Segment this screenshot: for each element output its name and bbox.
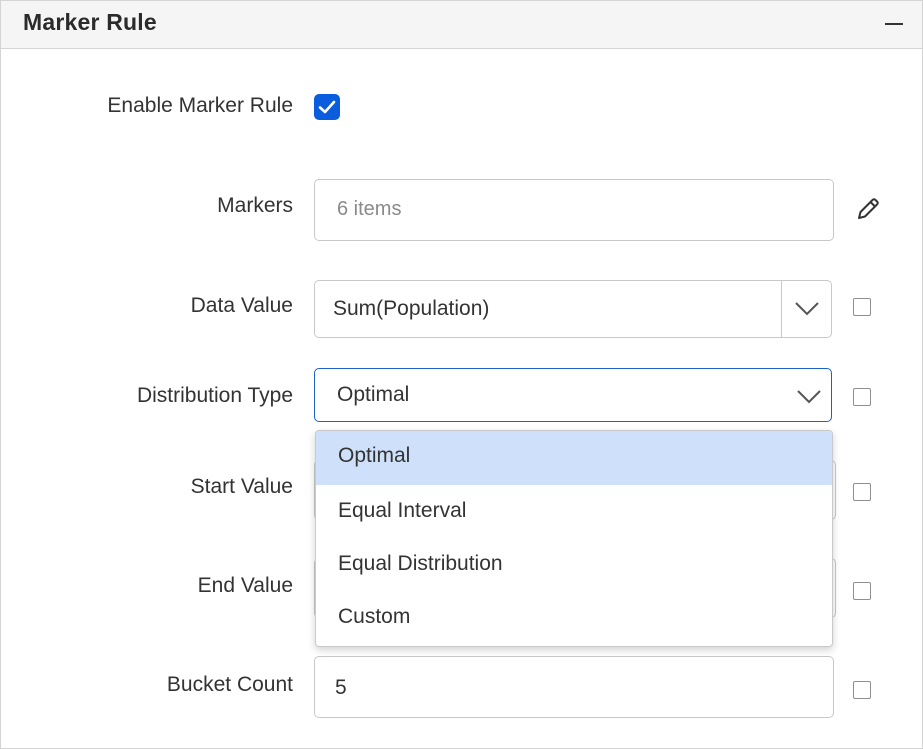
dropdown-divider	[781, 280, 782, 337]
collapse-minus-icon[interactable]	[885, 23, 903, 25]
panel-title: Marker Rule	[23, 9, 157, 35]
distribution-type-dropdown[interactable]: Optimal	[314, 368, 832, 422]
option-equal-interval[interactable]: Equal Interval	[316, 486, 832, 540]
chevron-down-icon[interactable]	[797, 390, 821, 404]
enable-marker-rule-label: Enable Marker Rule	[107, 94, 293, 117]
data-value-dropdown[interactable]: Sum(Population)	[314, 280, 832, 338]
start-value-label: Start Value	[190, 475, 293, 498]
end-value-label: End Value	[197, 574, 293, 597]
bucket-count-checkbox[interactable]	[853, 681, 871, 699]
start-value-checkbox[interactable]	[853, 483, 871, 501]
pencil-icon[interactable]	[855, 196, 881, 222]
bucket-count-text: 5	[335, 676, 347, 699]
markers-placeholder: 6 items	[337, 198, 402, 220]
panel-header[interactable]: Marker Rule	[1, 1, 922, 49]
data-value-label: Data Value	[190, 294, 293, 317]
distribution-type-checkbox[interactable]	[853, 388, 871, 406]
distribution-type-label: Distribution Type	[136, 384, 293, 407]
checkmark-icon	[318, 100, 336, 114]
option-custom[interactable]: Custom	[316, 592, 832, 646]
option-equal-distribution[interactable]: Equal Distribution	[316, 539, 832, 593]
option-optimal[interactable]: Optimal	[316, 431, 832, 485]
enable-marker-rule-checkbox[interactable]	[314, 94, 340, 120]
markers-label: Markers	[217, 194, 293, 217]
bucket-count-field[interactable]: 5	[314, 656, 834, 718]
bucket-count-label: Bucket Count	[166, 673, 293, 696]
distribution-type-popup: Optimal Equal Interval Equal Distributio…	[315, 430, 833, 647]
chevron-down-icon[interactable]	[795, 302, 819, 316]
distribution-type-text: Optimal	[337, 383, 410, 406]
end-value-checkbox[interactable]	[853, 582, 871, 600]
markers-field[interactable]: 6 items	[314, 179, 834, 241]
data-value-checkbox[interactable]	[853, 298, 871, 316]
data-value-text: Sum(Population)	[333, 297, 490, 320]
